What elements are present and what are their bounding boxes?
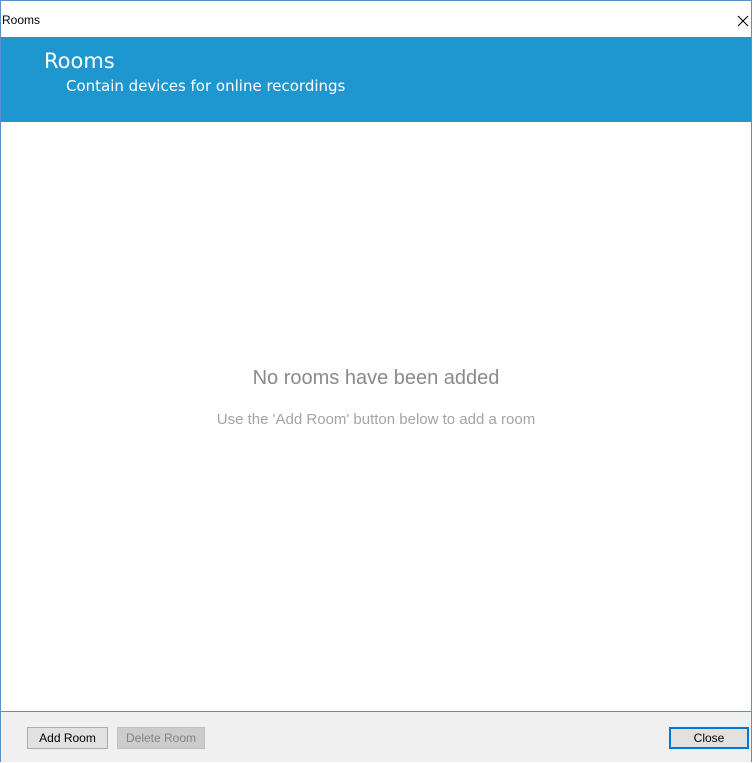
- rooms-dialog: Rooms Rooms Contain devices for online r…: [0, 0, 752, 762]
- page-subtitle: Contain devices for online recordings: [66, 77, 346, 95]
- page-title: Rooms: [44, 49, 115, 73]
- empty-state-title: No rooms have been added: [252, 367, 500, 389]
- header-banner: Rooms Contain devices for online recordi…: [1, 37, 751, 122]
- close-icon[interactable]: [737, 14, 749, 27]
- close-button[interactable]: Close: [669, 727, 749, 749]
- dialog-footer: Add Room Delete Room Close: [1, 711, 751, 762]
- window-title: Rooms: [2, 13, 41, 27]
- empty-state-hint: Use the 'Add Room' button below to add a…: [216, 411, 536, 428]
- rooms-list-area: No rooms have been added Use the 'Add Ro…: [1, 122, 751, 711]
- title-bar: Rooms: [1, 1, 751, 37]
- add-room-button[interactable]: Add Room: [27, 727, 108, 749]
- delete-room-button: Delete Room: [117, 727, 205, 749]
